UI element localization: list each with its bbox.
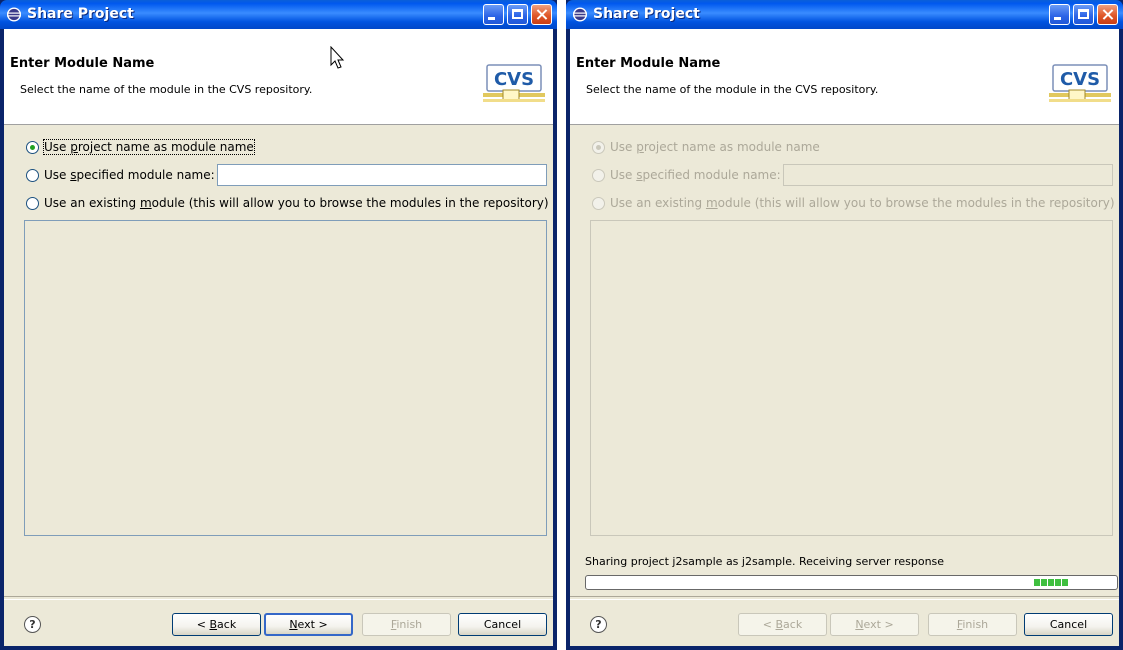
window-title: Share Project [27, 6, 134, 22]
module-tree-viewer[interactable] [24, 220, 547, 536]
close-button[interactable] [1097, 4, 1118, 25]
minimize-button[interactable] [483, 4, 504, 25]
dialog-client-area: Enter Module Name Select the name of the… [570, 29, 1119, 646]
wizard-page-description: Select the name of the module in the CVS… [20, 83, 313, 96]
maximize-button[interactable] [1073, 4, 1094, 25]
cancel-button[interactable]: Cancel [1024, 613, 1113, 636]
cvs-logo-text: CVS [1060, 69, 1100, 90]
share-project-dialog-right: Share Project Enter Module Name Select t… [566, 0, 1123, 650]
wizard-banner: Enter Module Name Select the name of the… [4, 29, 553, 125]
radio-button[interactable] [592, 197, 605, 210]
progress-segment [1048, 579, 1054, 586]
radio-button[interactable] [26, 169, 39, 182]
maximize-button[interactable] [507, 4, 528, 25]
cvs-logo-icon: CVS [1049, 64, 1111, 102]
share-project-dialog-left: Share Project Enter Module Name Select t… [0, 0, 557, 650]
radio-button[interactable] [592, 141, 605, 154]
option-label: Use project name as module name [610, 140, 820, 154]
separator [4, 596, 553, 600]
radio-button[interactable] [26, 141, 39, 154]
module-tree-viewer[interactable] [590, 220, 1113, 536]
wizard-page-title: Enter Module Name [10, 56, 155, 71]
mouse-pointer-icon [330, 46, 345, 69]
wizard-page-title: Enter Module Name [576, 56, 721, 71]
module-name-input[interactable] [217, 164, 547, 186]
cvs-logo-icon: CVS [483, 64, 545, 102]
title-bar[interactable]: Share Project [0, 0, 557, 29]
cancel-button[interactable]: Cancel [458, 613, 547, 636]
eclipse-icon [7, 7, 21, 22]
finish-button[interactable]: Finish [362, 613, 451, 636]
radio-button[interactable] [26, 197, 39, 210]
module-name-input[interactable] [783, 164, 1113, 186]
wizard-page-description: Select the name of the module in the CVS… [586, 83, 879, 96]
next-button[interactable]: Next > [830, 613, 919, 636]
back-button[interactable]: < Back [172, 613, 261, 636]
back-button[interactable]: < Back [738, 613, 827, 636]
dialog-client-area: Enter Module Name Select the name of the… [4, 29, 553, 646]
help-icon[interactable]: ? [24, 616, 41, 633]
cvs-logo-text: CVS [494, 69, 534, 90]
progress-segment [1034, 579, 1040, 586]
finish-button[interactable]: Finish [928, 613, 1017, 636]
separator [570, 596, 1119, 600]
option-label: Use specified module name: [44, 168, 215, 182]
progress-bar [585, 575, 1118, 590]
help-icon[interactable]: ? [590, 616, 607, 633]
wizard-banner: Enter Module Name Select the name of the… [570, 29, 1119, 125]
radio-button[interactable] [592, 169, 605, 182]
option-label: Use project name as module name [43, 139, 255, 155]
next-button[interactable]: Next > [264, 613, 353, 636]
progress-segment [1062, 579, 1068, 586]
option-label: Use an existing module (this will allow … [610, 196, 1115, 210]
option-label: Use an existing module (this will allow … [44, 196, 549, 210]
progress-indicator [1034, 579, 1068, 586]
progress-segment [1041, 579, 1047, 586]
close-button[interactable] [531, 4, 552, 25]
minimize-button[interactable] [1049, 4, 1070, 25]
option-label: Use specified module name: [610, 168, 781, 182]
eclipse-icon [573, 7, 587, 22]
progress-status-text: Sharing project j2sample as j2sample. Re… [585, 555, 945, 568]
progress-segment [1055, 579, 1061, 586]
title-bar[interactable]: Share Project [566, 0, 1123, 29]
window-title: Share Project [593, 6, 700, 22]
